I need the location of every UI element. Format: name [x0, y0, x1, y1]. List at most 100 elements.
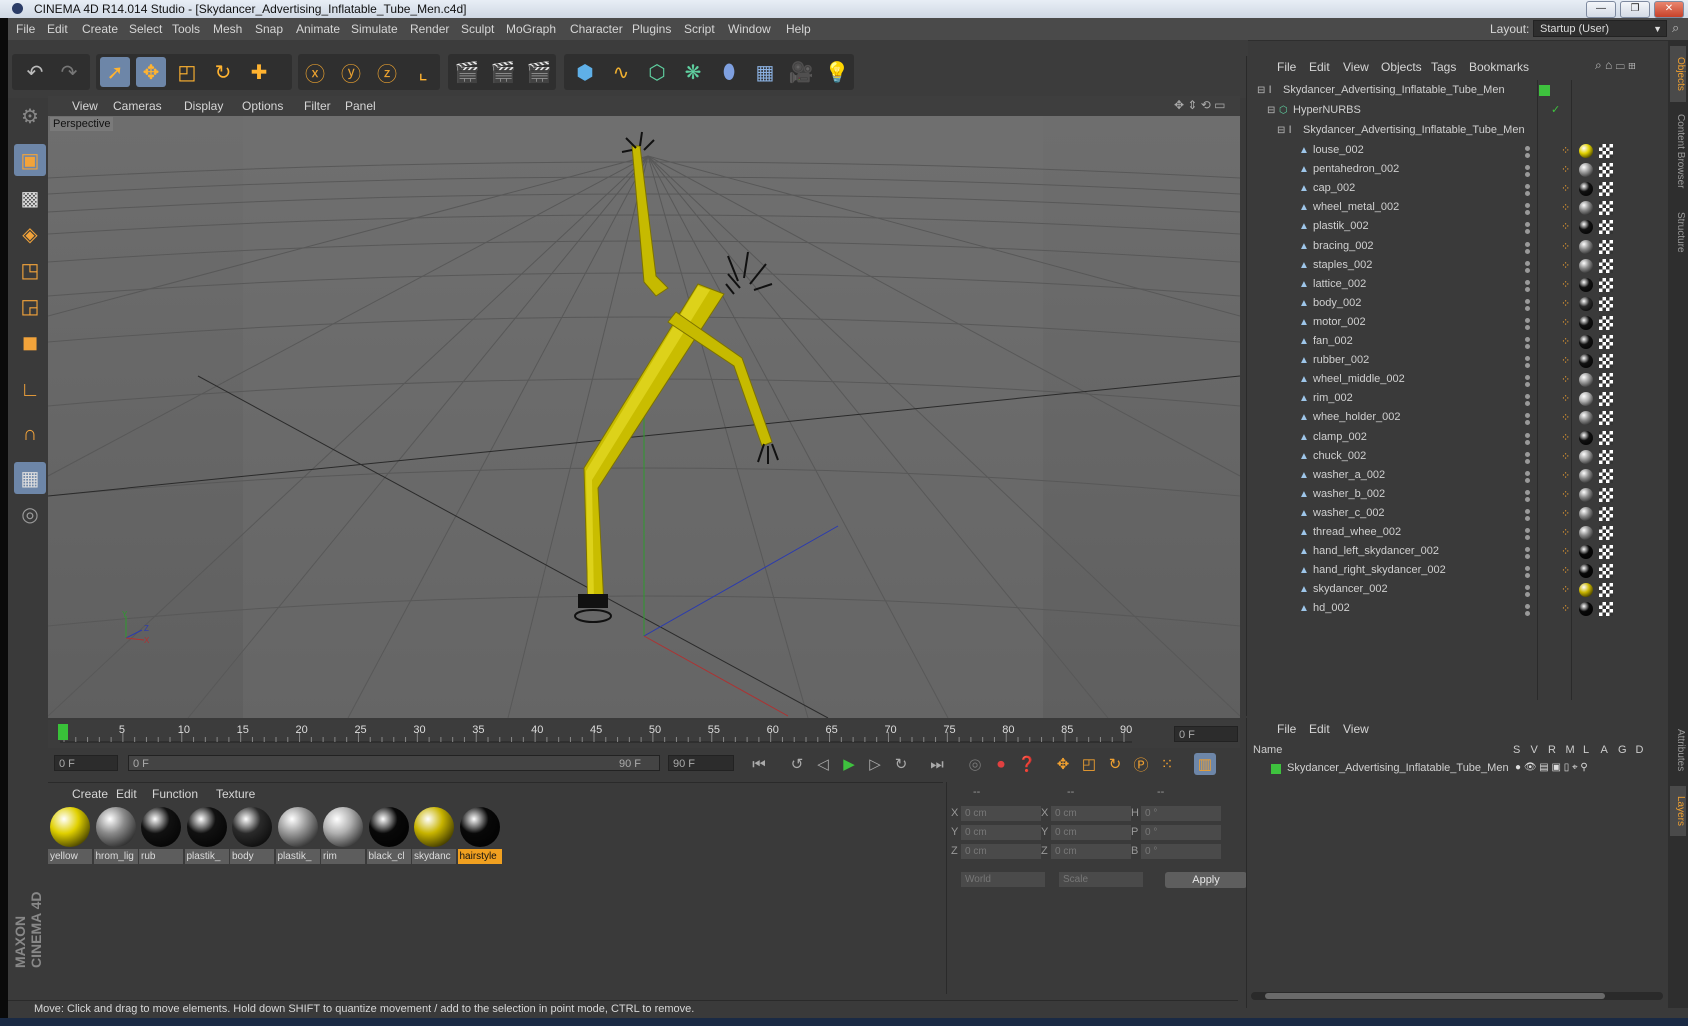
- snap-icon[interactable]: ∩: [14, 418, 46, 450]
- key-rotation-icon[interactable]: ↻: [1104, 753, 1126, 775]
- uvw-tag-icon[interactable]: [1599, 602, 1613, 617]
- layout-select[interactable]: Startup (User) ▼: [1533, 20, 1667, 37]
- render-visibility-dot[interactable]: [1525, 153, 1530, 158]
- layer-row[interactable]: Skydancer_Advertising_Inflatable_Tube_Me…: [1247, 760, 1665, 778]
- material-tag[interactable]: [1579, 487, 1593, 502]
- record-keys-icon[interactable]: ◎: [964, 753, 986, 775]
- timeline-window-icon[interactable]: ▥: [1194, 753, 1216, 775]
- cube-object-icon[interactable]: ⬢: [570, 57, 600, 87]
- render-visibility-dot[interactable]: [1525, 458, 1530, 464]
- object-row[interactable]: ▲ skydancer_002 ⁘: [1247, 581, 1665, 599]
- goto-start-icon[interactable]: ⏮: [748, 753, 770, 775]
- material-tag[interactable]: [1579, 411, 1593, 426]
- render-visibility-dot[interactable]: [1525, 286, 1530, 292]
- menu-file[interactable]: File: [16, 22, 35, 36]
- render-visibility-dot[interactable]: [1525, 305, 1530, 311]
- minimize-button[interactable]: —: [1586, 1, 1616, 18]
- material-tag[interactable]: [1579, 296, 1593, 311]
- uvw-tag-icon[interactable]: [1599, 430, 1613, 445]
- editor-visibility-dot[interactable]: [1525, 432, 1530, 438]
- material-swatch[interactable]: rub: [139, 805, 183, 865]
- coord-value-field[interactable]: 0 cm: [961, 825, 1041, 840]
- uvw-tag-icon[interactable]: [1599, 583, 1613, 598]
- mat-menu-edit[interactable]: Edit: [116, 787, 137, 801]
- editor-visibility-dot[interactable]: [1525, 451, 1530, 457]
- material-tag[interactable]: [1579, 583, 1593, 598]
- search-icon[interactable]: ⌕: [1672, 20, 1679, 36]
- obj-menu-view[interactable]: View: [1343, 60, 1369, 74]
- object-row[interactable]: ▲ staples_002 ⁘: [1247, 257, 1665, 275]
- phong-tag-icon[interactable]: ⁘: [1561, 240, 1570, 253]
- tab-objects[interactable]: Objects: [1670, 46, 1686, 102]
- uvw-tag-icon[interactable]: [1599, 411, 1613, 426]
- editor-visibility-dot[interactable]: [1525, 317, 1530, 323]
- object-row[interactable]: ▲ pentahedron_002 ⁘: [1247, 161, 1665, 179]
- play-icon[interactable]: ▶: [838, 753, 860, 775]
- object-row[interactable]: ▲ wheel_metal_002 ⁘: [1247, 199, 1665, 217]
- object-row[interactable]: ▲ hd_002 ⁘: [1247, 600, 1665, 618]
- tab-layers[interactable]: Layers: [1670, 786, 1686, 836]
- material-swatch[interactable]: plastik_: [184, 805, 229, 865]
- render-visibility-dot[interactable]: [1525, 172, 1530, 178]
- coord-value-field[interactable]: 0 cm: [1051, 844, 1131, 859]
- phong-tag-icon[interactable]: ⁘: [1561, 201, 1570, 214]
- editor-visibility-dot[interactable]: [1525, 413, 1530, 419]
- uvw-tag-icon[interactable]: [1599, 392, 1613, 407]
- layer-col-header[interactable]: R: [1548, 744, 1556, 756]
- layer-scroll-thumb[interactable]: [1265, 993, 1605, 999]
- phong-tag-icon[interactable]: ⁘: [1561, 488, 1570, 501]
- vp-menu-options[interactable]: Options: [242, 99, 283, 113]
- enabled-check-icon[interactable]: ✓: [1551, 103, 1560, 116]
- render-settings-icon[interactable]: 🎬: [524, 57, 554, 87]
- menu-sculpt[interactable]: Sculpt: [461, 22, 494, 36]
- material-swatch[interactable]: body: [230, 805, 274, 865]
- close-button[interactable]: ✕: [1654, 1, 1684, 18]
- layer-col-header[interactable]: D: [1636, 744, 1644, 756]
- mat-menu-create[interactable]: Create: [72, 787, 108, 801]
- menu-window[interactable]: Window: [728, 22, 771, 36]
- material-swatch[interactable]: rim: [321, 805, 365, 865]
- uvw-tag-icon[interactable]: [1599, 373, 1613, 388]
- polygons-mode-icon[interactable]: ◼: [14, 326, 46, 358]
- uvw-tag-icon[interactable]: [1599, 201, 1613, 216]
- collapse-icon[interactable]: ⊟: [1277, 125, 1287, 136]
- uvw-tag-icon[interactable]: [1599, 487, 1613, 502]
- coord-value-field[interactable]: 0 cm: [961, 806, 1041, 821]
- render-visibility-dot[interactable]: [1525, 401, 1530, 407]
- vp-menu-display[interactable]: Display: [184, 99, 223, 113]
- frame-range-slider[interactable]: 0 F 90 F: [128, 755, 660, 771]
- menu-tools[interactable]: Tools: [172, 22, 200, 36]
- render-visibility-dot[interactable]: [1525, 382, 1530, 388]
- coord-world-select[interactable]: World: [961, 872, 1045, 887]
- current-frame-field[interactable]: 0 F: [1174, 726, 1238, 742]
- editor-visibility-dot[interactable]: [1525, 184, 1530, 190]
- material-tag[interactable]: [1579, 373, 1593, 388]
- uvw-tag-icon[interactable]: [1599, 506, 1613, 521]
- layer-col-header[interactable]: G: [1618, 744, 1627, 756]
- uvw-tag-icon[interactable]: [1599, 526, 1613, 540]
- phong-tag-icon[interactable]: ⁘: [1561, 163, 1570, 176]
- uvw-tag-icon[interactable]: [1599, 315, 1613, 330]
- material-tag[interactable]: [1579, 220, 1593, 235]
- layer-menu-file[interactable]: File: [1277, 722, 1296, 736]
- coord-value-field[interactable]: 0 °: [1141, 806, 1221, 821]
- editor-visibility-dot[interactable]: [1525, 585, 1530, 591]
- goto-end-icon[interactable]: ⏭: [926, 753, 948, 775]
- material-tag[interactable]: [1579, 201, 1593, 216]
- render-visibility-dot[interactable]: [1525, 592, 1530, 598]
- object-row[interactable]: ▲ cap_002 ⁘: [1247, 180, 1665, 198]
- render-visibility-dot[interactable]: [1525, 515, 1530, 521]
- nurbs-icon[interactable]: ⬡: [642, 57, 672, 87]
- render-visibility-dot[interactable]: [1525, 229, 1530, 235]
- render-visibility-dot[interactable]: [1525, 267, 1530, 273]
- prev-frame-icon[interactable]: ◁: [812, 753, 834, 775]
- coord-scale-select[interactable]: Scale: [1059, 872, 1143, 887]
- render-visibility-dot[interactable]: [1525, 554, 1530, 560]
- render-visibility-dot[interactable]: [1525, 573, 1530, 579]
- phong-tag-icon[interactable]: ⁘: [1561, 259, 1570, 272]
- viewport-label[interactable]: Perspective: [50, 117, 114, 131]
- object-row[interactable]: ▲ fan_002 ⁘: [1247, 333, 1665, 351]
- mat-menu-function[interactable]: Function: [152, 787, 198, 801]
- material-tag[interactable]: [1579, 354, 1593, 369]
- material-swatch[interactable]: skydanc: [412, 805, 456, 865]
